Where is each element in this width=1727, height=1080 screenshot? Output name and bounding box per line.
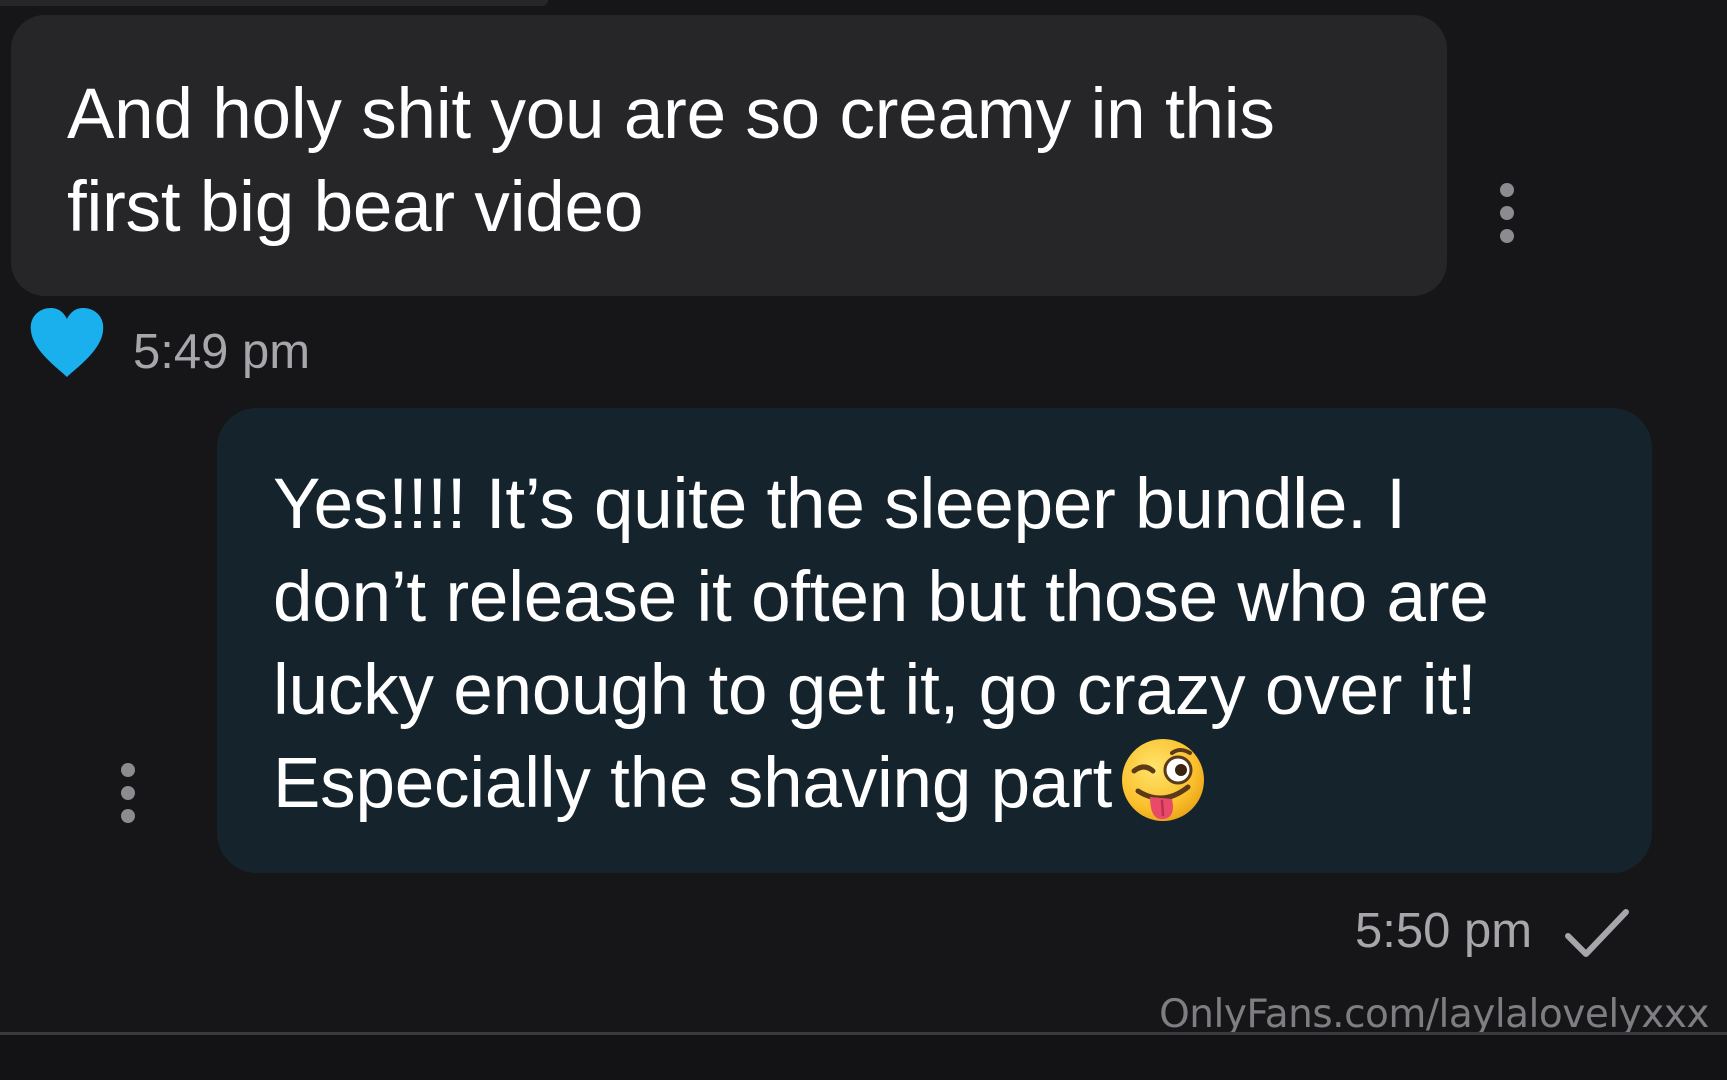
winking-face-with-tongue-emoji-icon (1120, 737, 1206, 823)
incoming-message-bubble[interactable]: And holy shit you are so creamy in this … (11, 15, 1447, 296)
incoming-message-more-icon[interactable] (1492, 178, 1522, 248)
outgoing-message-bubble[interactable]: Yes!!!! It’s quite the sleeper bundle. I… (217, 408, 1652, 873)
incoming-message-time: 5:49 pm (133, 325, 311, 379)
outgoing-message-text: Yes!!!! It’s quite the sleeper bundle. I… (273, 458, 1612, 830)
outgoing-message-time: 5:50 pm (1355, 904, 1533, 958)
chat-screen: And holy shit you are so creamy in this … (0, 0, 1727, 1080)
outgoing-message-body: Yes!!!! It’s quite the sleeper bundle. I… (273, 465, 1489, 823)
previous-message-bubble-edge (0, 0, 548, 6)
incoming-message-text: And holy shit you are so creamy in this … (67, 75, 1275, 247)
heart-icon[interactable] (29, 307, 105, 379)
check-icon (1564, 906, 1630, 960)
bottom-bar (0, 1035, 1727, 1080)
outgoing-message-more-icon[interactable] (113, 758, 143, 828)
